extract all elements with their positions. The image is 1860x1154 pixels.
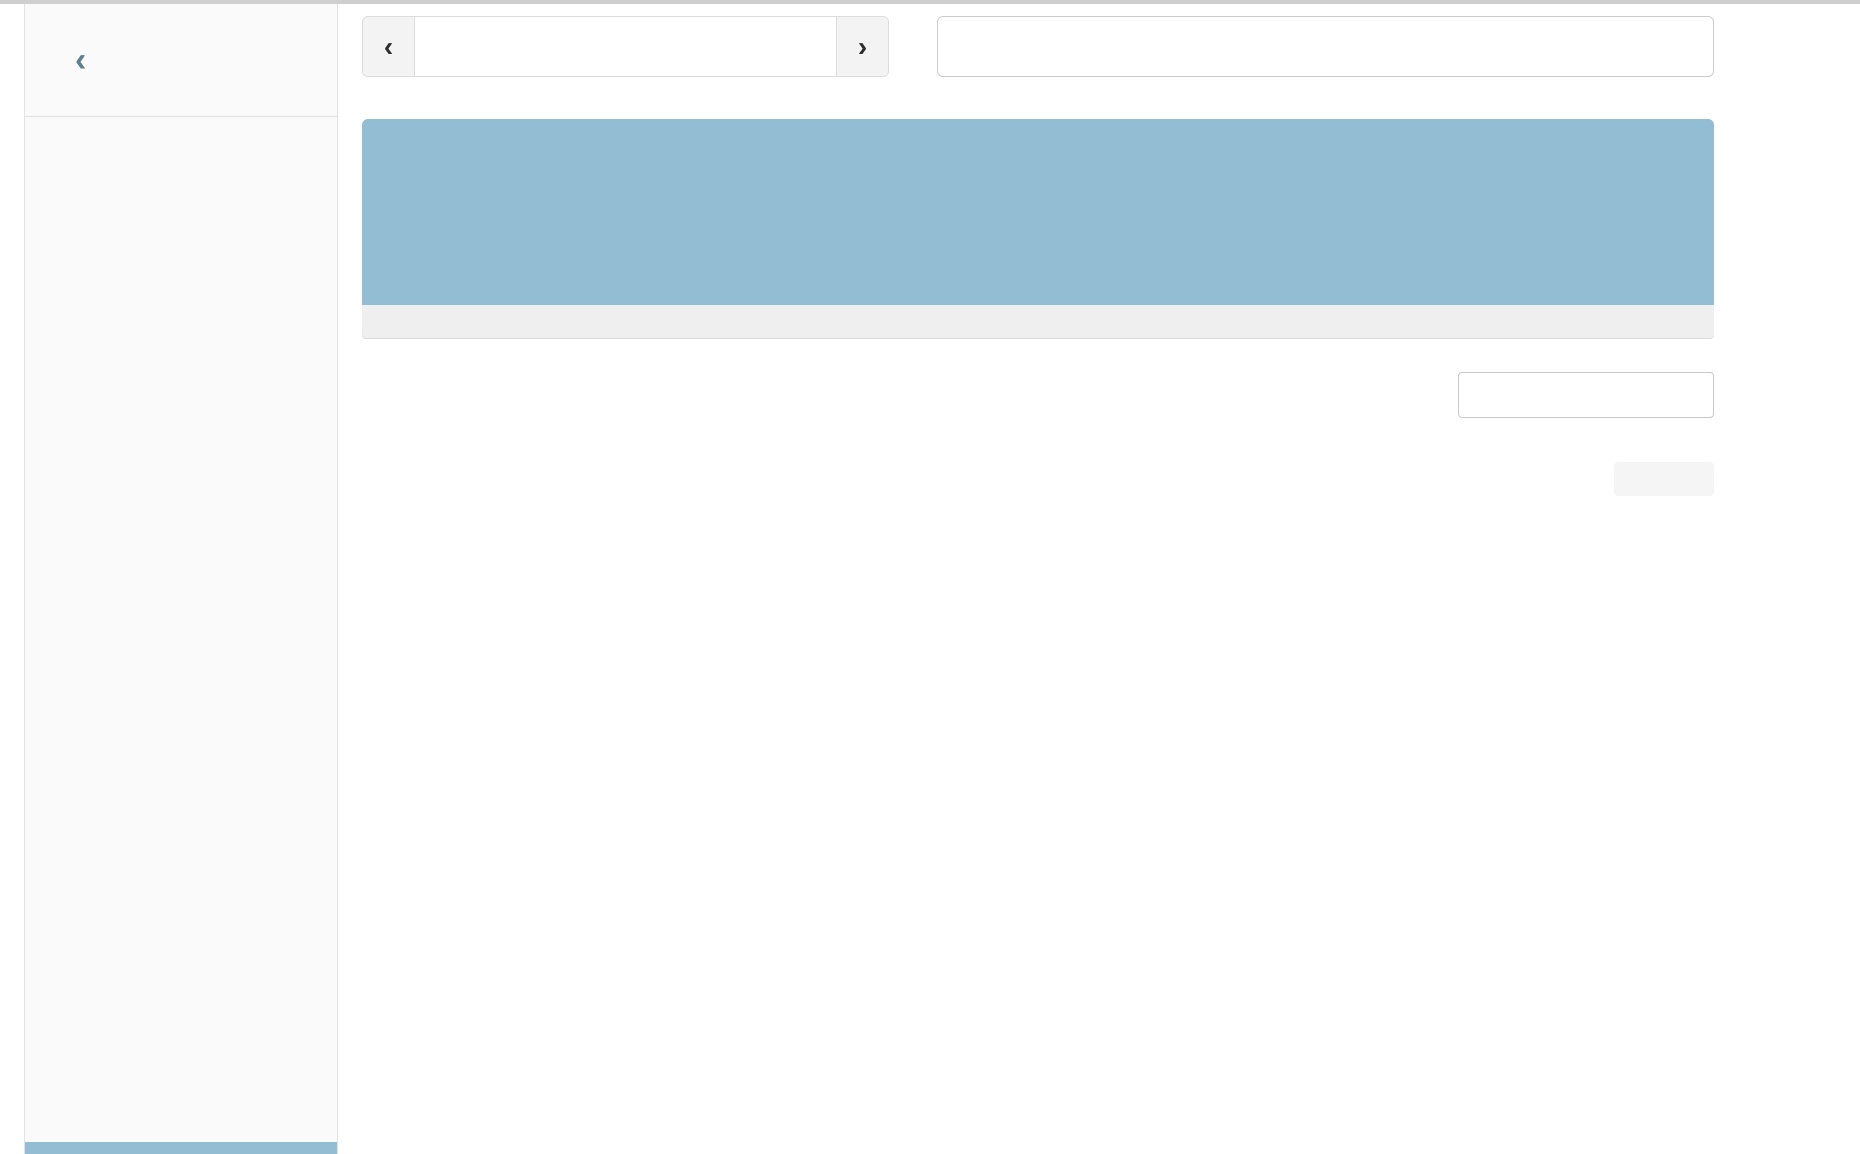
search-input[interactable] — [1458, 372, 1714, 418]
filter-input[interactable] — [1014, 34, 1713, 60]
filter-box — [937, 16, 1714, 77]
stats-counts — [362, 119, 1714, 305]
next-period-button[interactable]: › — [836, 17, 888, 76]
stats-date-ranges — [362, 305, 1714, 338]
main-content: ‹ › — [362, 0, 1714, 496]
previous-period-button[interactable]: ‹ — [363, 17, 415, 76]
date-range-field[interactable] — [415, 17, 836, 76]
sidebar: ‹ — [24, 4, 338, 1154]
calendar-icon — [443, 32, 473, 62]
toolbar: ‹ › — [362, 16, 1714, 77]
date-range-nav: ‹ › — [362, 16, 889, 77]
chevron-left-icon: ‹ — [75, 41, 86, 79]
sidebar-header: ‹ — [25, 4, 337, 116]
stats-summary — [362, 119, 1714, 338]
back-button[interactable]: ‹ — [75, 43, 101, 77]
horizontal-scrollbar-thumb[interactable] — [25, 1142, 337, 1154]
funnel-icon — [974, 35, 998, 59]
pagination — [1614, 462, 1714, 496]
table-footer — [362, 462, 1714, 496]
search-row — [362, 372, 1714, 418]
divider — [25, 116, 337, 117]
